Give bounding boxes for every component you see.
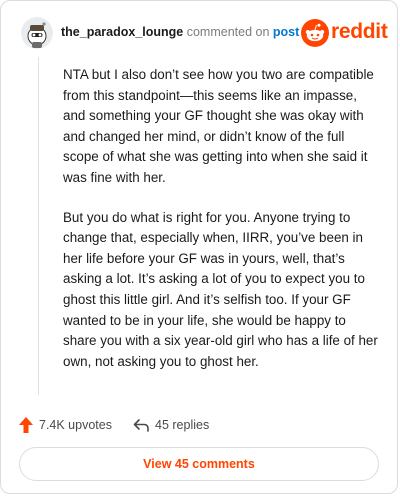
comment-paragraph: NTA but I also don’t see how you two are… (63, 67, 374, 185)
replies-button[interactable]: 45 replies (133, 415, 209, 435)
post-link[interactable]: post (273, 25, 299, 39)
upvote-arrow-icon (19, 417, 33, 433)
thread-line[interactable] (38, 57, 39, 395)
upvote-count: 7.4K upvotes (39, 418, 112, 432)
reddit-logo[interactable]: reddit (301, 19, 388, 47)
comment-card: the_paradox_lounge commented on post red… (0, 0, 398, 494)
comment-body: NTA but I also don’t see how you two are… (63, 65, 379, 391)
view-comments-button[interactable]: View 45 comments (19, 447, 379, 481)
user-avatar[interactable] (21, 17, 53, 49)
comment-actions: 7.4K upvotes 45 replies (19, 415, 379, 435)
reddit-alien-icon (301, 19, 329, 47)
comment-header: the_paradox_lounge commented on post red… (21, 15, 388, 55)
comment-byline: the_paradox_lounge commented on post (61, 25, 299, 39)
reddit-wordmark: reddit (331, 20, 388, 43)
upvote-button[interactable]: 7.4K upvotes (19, 415, 112, 435)
reply-arrow-icon (133, 419, 149, 432)
reply-count: 45 replies (155, 418, 210, 432)
username-link[interactable]: the_paradox_lounge (61, 25, 183, 39)
comment-paragraph: But you do what is right for you. Anyone… (63, 209, 378, 369)
action-text: commented on (186, 25, 270, 39)
snoo-avatar-icon (21, 17, 53, 49)
